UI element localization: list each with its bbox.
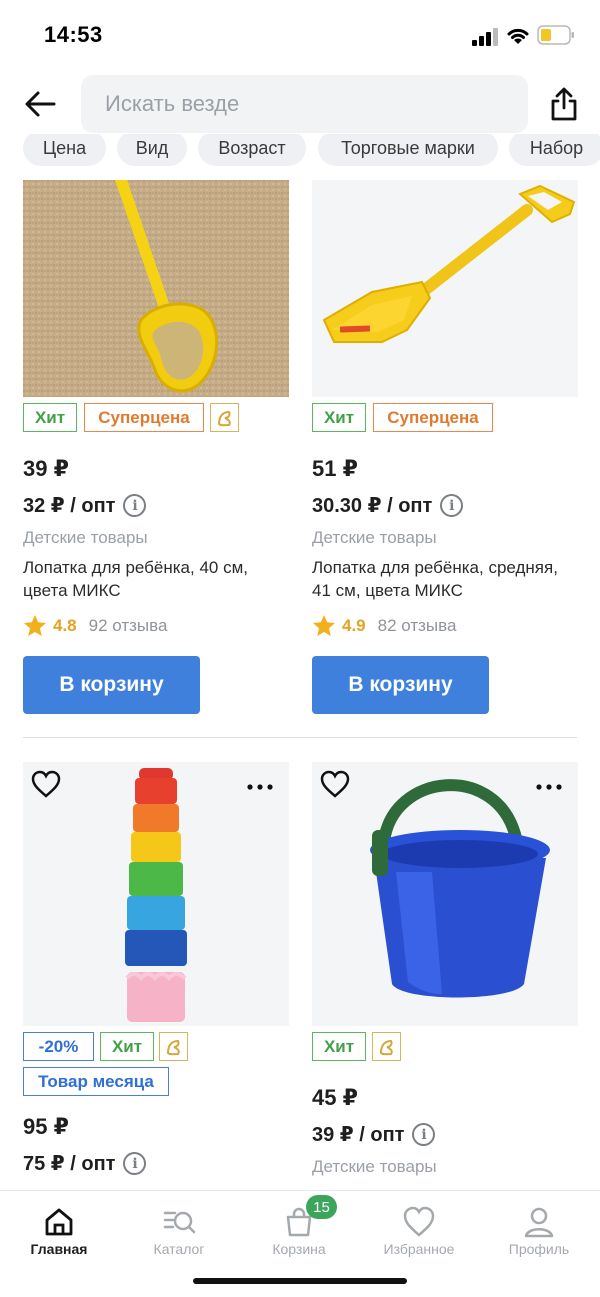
info-icon[interactable]: i — [440, 494, 464, 517]
add-to-cart-button[interactable]: В корзину — [312, 656, 489, 714]
favorites-icon — [403, 1206, 435, 1237]
hit-tag: Хит — [100, 1032, 154, 1061]
more-icon[interactable] — [536, 784, 562, 790]
product-image[interactable] — [23, 762, 289, 1026]
status-time: 14:53 — [44, 22, 103, 47]
add-to-cart-button[interactable]: В корзину — [23, 656, 200, 714]
signal-icon — [472, 28, 498, 46]
filter-chips: Цена Вид Возраст Торговые марки Набор — [0, 134, 600, 168]
tab-cart[interactable]: 15 Корзина — [244, 1195, 354, 1265]
heart-icon[interactable] — [320, 770, 350, 798]
home-icon — [45, 1208, 73, 1236]
tab-catalog-label: Каталог — [153, 1241, 205, 1257]
super-price-tag: Суперцена — [373, 403, 493, 432]
profile-icon — [524, 1207, 554, 1238]
wholesale-price: 32 ₽ / опт i — [23, 493, 147, 518]
product-rating: 4.8 92 отзыва — [23, 614, 167, 637]
product-category: Детские товары — [312, 528, 437, 547]
filter-chip-brands[interactable]: Торговые марки — [318, 134, 498, 166]
discount-tag: -20% — [23, 1032, 94, 1061]
wholesale-price-text: 32 ₽ / опт — [23, 495, 116, 517]
filter-chip-price[interactable]: Цена — [23, 134, 106, 166]
product-name[interactable]: Лопатка для ребёнка, 40 см, цвета МИКС — [23, 556, 289, 602]
reviews-count[interactable]: 82 отзыва — [378, 616, 457, 636]
product-image[interactable] — [312, 762, 578, 1026]
cart-count-badge: 15 — [306, 1195, 337, 1219]
info-icon[interactable]: i — [123, 494, 147, 517]
wholesale-price: 75 ₽ / опт i — [23, 1151, 147, 1176]
tab-favorites-label: Избранное — [383, 1241, 455, 1257]
hit-tag: Хит — [312, 403, 366, 432]
star-icon — [24, 615, 46, 636]
filter-chip-type[interactable]: Вид — [117, 134, 187, 166]
product-price: 45 ₽ — [312, 1085, 358, 1110]
row-divider — [23, 737, 577, 738]
status-bar: 14:53 — [0, 0, 600, 70]
month-product-tag: Товар месяца — [23, 1067, 169, 1096]
star-icon — [313, 615, 335, 636]
brand-icon — [372, 1032, 401, 1061]
filter-chip-set[interactable]: Набор — [509, 134, 600, 166]
wholesale-price: 39 ₽ / опт i — [312, 1122, 436, 1147]
tab-profile[interactable]: Профиль — [484, 1205, 594, 1265]
tab-profile-label: Профиль — [508, 1241, 570, 1257]
product-image[interactable] — [312, 180, 578, 397]
product-category: Детские товары — [312, 1157, 437, 1176]
filter-chip-age[interactable]: Возраст — [198, 134, 306, 166]
heart-icon[interactable] — [31, 770, 61, 798]
product-card[interactable]: Хит 45 ₽ 39 ₽ / опт i Детские товары — [312, 762, 578, 1192]
tab-favorites[interactable]: Избранное — [364, 1205, 474, 1265]
product-price: 51 ₽ — [312, 456, 358, 481]
super-price-tag: Суперцена — [84, 403, 204, 432]
wholesale-price-text: 39 ₽ / опт — [312, 1124, 405, 1146]
back-arrow-icon[interactable] — [22, 86, 58, 122]
product-card[interactable]: Хит Суперцена 39 ₽ 32 ₽ / опт i Детские … — [23, 180, 289, 720]
tab-catalog[interactable]: Каталог — [124, 1205, 234, 1265]
brand-icon — [210, 403, 239, 432]
hit-tag: Хит — [23, 403, 77, 432]
brand-icon — [159, 1032, 188, 1061]
rating-value: 4.8 — [53, 615, 77, 635]
home-indicator — [193, 1278, 407, 1284]
product-card[interactable]: Хит Суперцена 51 ₽ 30.30 ₽ / опт i Детск… — [312, 180, 578, 720]
info-icon[interactable]: i — [123, 1152, 147, 1175]
tab-home[interactable]: Главная — [4, 1205, 114, 1265]
info-icon[interactable]: i — [412, 1123, 436, 1146]
rating-value: 4.9 — [342, 615, 366, 635]
product-price: 39 ₽ — [23, 456, 69, 481]
search-input[interactable] — [81, 75, 528, 133]
wifi-icon — [507, 28, 529, 44]
reviews-count[interactable]: 92 отзыва — [89, 616, 168, 636]
wholesale-price-text: 30.30 ₽ / опт — [312, 495, 433, 517]
battery-icon — [537, 25, 574, 45]
product-price: 95 ₽ — [23, 1114, 69, 1139]
product-category: Детские товары — [23, 528, 148, 547]
more-icon[interactable] — [247, 784, 273, 790]
tab-home-label: Главная — [30, 1241, 88, 1257]
wholesale-price: 30.30 ₽ / опт i — [312, 493, 464, 518]
product-rating: 4.9 82 отзыва — [312, 614, 456, 637]
tab-cart-label: Корзина — [272, 1241, 326, 1257]
share-icon[interactable] — [548, 86, 580, 122]
wholesale-price-text: 75 ₽ / опт — [23, 1153, 116, 1175]
hit-tag: Хит — [312, 1032, 366, 1061]
catalog-icon — [163, 1211, 196, 1234]
product-card[interactable]: -20% Хит Товар месяца 95 ₽ 75 ₽ / опт i — [23, 762, 289, 1192]
search-field[interactable] — [81, 75, 528, 133]
product-name[interactable]: Лопатка для ребёнка, средняя, 41 см, цве… — [312, 556, 562, 602]
product-image[interactable] — [23, 180, 289, 397]
